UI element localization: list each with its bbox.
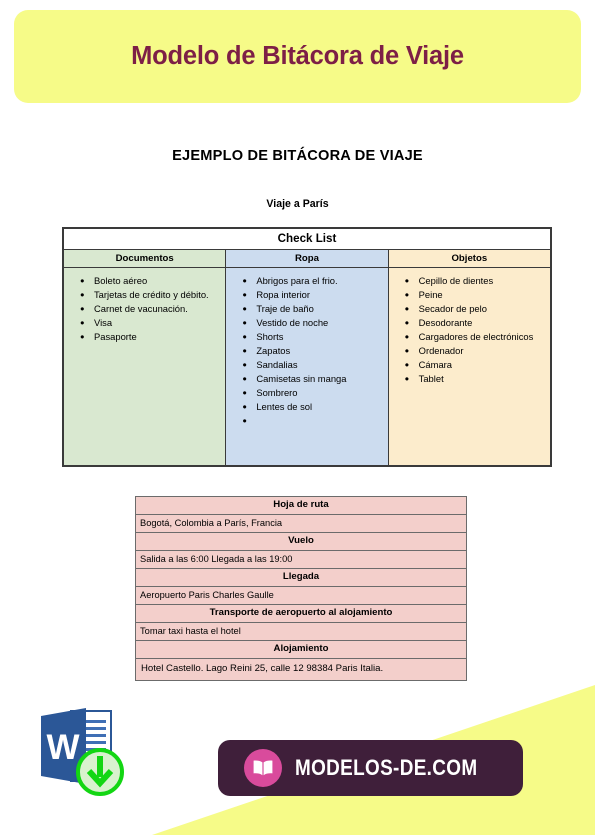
ruta-section-header: Vuelo [135,532,467,551]
checklist-list-ropa: Abrigos para el frio.Ropa interiorTraje … [226,274,383,428]
ruta-row: Salida a las 6:00 Llegada a las 19:00 [135,550,467,569]
ruta-row: Hotel Castello. Lago Reini 25, calle 12 … [135,658,467,681]
checklist-item: Sandalias [242,358,383,372]
logo-text: MODELOS-DE.COM [295,755,478,780]
checklist-item: Tablet [405,372,546,386]
word-document-download-icon[interactable]: W [33,703,131,799]
ruta-row: Alojamiento [135,640,467,659]
checklist-item: Zapatos [242,344,383,358]
checklist-item: Cargadores de electrónicos [405,330,546,344]
checklist-list-documentos: Boleto aéreoTarjetas de crédito y débito… [64,274,221,344]
checklist-item: Boleto aéreo [80,274,221,288]
ruta-section-header: Hoja de ruta [135,496,467,515]
checklist-item: Ropa interior [242,288,383,302]
ruta-row: Vuelo [135,532,467,551]
checklist-item: Carnet de vacunación. [80,302,221,316]
checklist-list-objetos: Cepillo de dientesPeineSecador de peloDe… [389,274,546,386]
checklist-cell-objetos: Cepillo de dientesPeineSecador de peloDe… [387,267,552,466]
logo-circle [244,749,282,787]
checklist-title-row: Check List [63,228,551,250]
ruta-section-value: Tomar taxi hasta el hotel [135,622,467,641]
checklist-title: Check List [63,228,551,250]
page-title: Modelo de Bitácora de Viaje [131,42,464,70]
checklist-item: Sombrero [242,386,383,400]
checklist-header-objetos: Objetos [387,249,552,268]
checklist-item: Camisetas sin manga [242,372,383,386]
checklist-item: Ordenador [405,344,546,358]
ruta-rows: Hoja de ruta Bogotá, Colombia a París, Fr… [135,496,467,681]
checklist-item: Shorts [242,330,383,344]
checklist-item: Vestido de noche [242,316,383,330]
hoja-de-ruta-table: Hoja de ruta Bogotá, Colombia a París, Fr… [135,496,467,681]
checklist-item: Cepillo de dientes [405,274,546,288]
checklist-item: Pasaporte [80,330,221,344]
ruta-row: Tomar taxi hasta el hotel [135,622,467,641]
ruta-row: Bogotá, Colombia a París, Francia [135,514,467,533]
ruta-row: Hoja de ruta [135,496,467,515]
checklist-item [242,414,383,428]
checklist-cell-ropa: Abrigos para el frio.Ropa interiorTraje … [225,267,389,466]
word-letter: W [46,728,79,767]
ruta-section-header: Transporte de aeropuerto al alojamiento [135,604,467,623]
checklist-header-row: Documentos Ropa Objetos [62,249,552,268]
checklist-table: Check List Documentos Ropa Objetos Bolet… [62,227,552,467]
ruta-section-value: Aeropuerto Paris Charles Gaulle [135,586,467,605]
checklist-cell-documentos: Boleto aéreoTarjetas de crédito y débito… [62,267,227,466]
ruta-section-header: Llegada [135,568,467,587]
checklist-item: Desodorante [405,316,546,330]
ruta-section-value: Bogotá, Colombia a París, Francia [135,514,467,533]
checklist-item: Visa [80,316,221,330]
checklist-header-ropa: Ropa [225,249,389,268]
ruta-section-value: Hotel Castello. Lago Reini 25, calle 12 … [135,658,467,681]
checklist-header-documentos: Documentos [62,249,227,268]
checklist-item: Secador de pelo [405,302,546,316]
checklist-item: Abrigos para el frio. [242,274,383,288]
ruta-row: Aeropuerto Paris Charles Gaulle [135,586,467,605]
checklist-body-row: Boleto aéreoTarjetas de crédito y débito… [62,267,552,466]
document-heading: EJEMPLO DE BITÁCORA DE VIAJE [172,148,423,164]
site-logo-badge[interactable]: MODELOS-DE.COM [218,740,523,796]
checklist-item: Cámara [405,358,546,372]
checklist-item: Tarjetas de crédito y débito. [80,288,221,302]
ruta-section-value: Salida a las 6:00 Llegada a las 19:00 [135,550,467,569]
ruta-row: Llegada [135,568,467,587]
page-header-banner: Modelo de Bitácora de Viaje [14,10,581,103]
ruta-row: Transporte de aeropuerto al alojamiento [135,604,467,623]
checklist-item: Traje de baño [242,302,383,316]
document-subheading: Viaje a París [266,198,329,210]
ruta-section-header: Alojamiento [135,640,467,659]
checklist-item: Lentes de sol [242,400,383,414]
checklist-item: Peine [405,288,546,302]
open-book-icon [253,760,273,776]
